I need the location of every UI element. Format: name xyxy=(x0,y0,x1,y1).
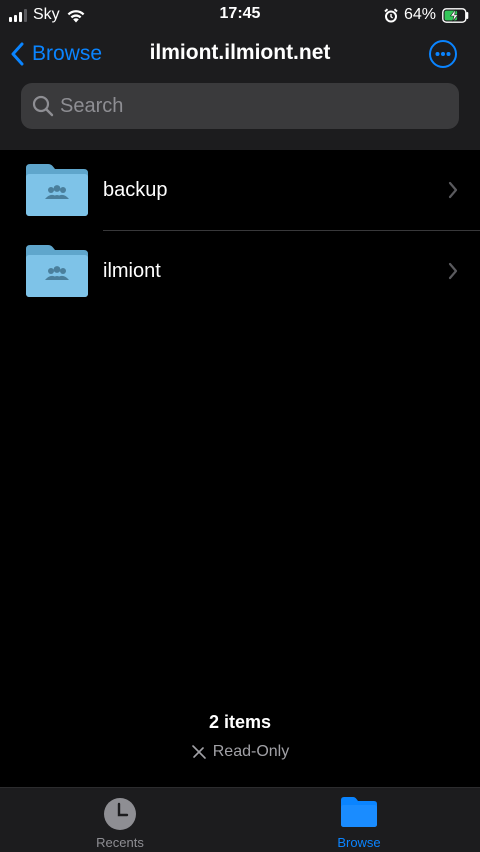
back-button[interactable]: Browse xyxy=(10,40,102,68)
clock-icon xyxy=(104,798,136,830)
tab-browse[interactable]: Browse xyxy=(279,788,439,852)
alarm-icon xyxy=(384,7,398,22)
tab-label: Browse xyxy=(337,835,381,850)
tab-recents[interactable]: Recents xyxy=(40,788,200,852)
read-only-status: Read-Only xyxy=(0,743,480,761)
folder-icon xyxy=(341,797,377,827)
status-bar: Sky 17:45 64% xyxy=(0,0,480,30)
status-right: 64% xyxy=(384,5,470,25)
pencil-slash-icon xyxy=(191,745,206,759)
list-item[interactable]: ilmiont xyxy=(0,231,480,312)
item-count: 2 items xyxy=(208,712,272,732)
battery-percent: 64% xyxy=(403,6,436,23)
chevron-right-icon xyxy=(448,262,458,280)
battery-charging-icon xyxy=(442,7,469,23)
ellipsis-circle-icon[interactable] xyxy=(428,39,458,69)
back-button-label: Browse xyxy=(32,42,103,65)
read-only-label: Read-Only xyxy=(212,743,290,760)
search-input[interactable]: Search xyxy=(21,83,459,129)
chevron-left-icon xyxy=(11,42,24,66)
file-list: backup ilmiont xyxy=(0,150,480,312)
search-icon xyxy=(32,95,54,117)
shared-folder-icon xyxy=(26,164,88,216)
tab-bar: Recents Browse xyxy=(0,787,480,852)
search-placeholder: Search xyxy=(60,94,124,117)
navigation-bar: Browse ilmiont.ilmiont.net Search xyxy=(0,30,480,150)
file-name: backup xyxy=(103,179,168,201)
file-name: ilmiont xyxy=(103,260,161,282)
chevron-right-icon xyxy=(448,181,458,199)
list-item[interactable]: backup xyxy=(0,150,480,231)
tab-label: Recents xyxy=(96,835,144,850)
shared-folder-icon xyxy=(26,245,88,297)
